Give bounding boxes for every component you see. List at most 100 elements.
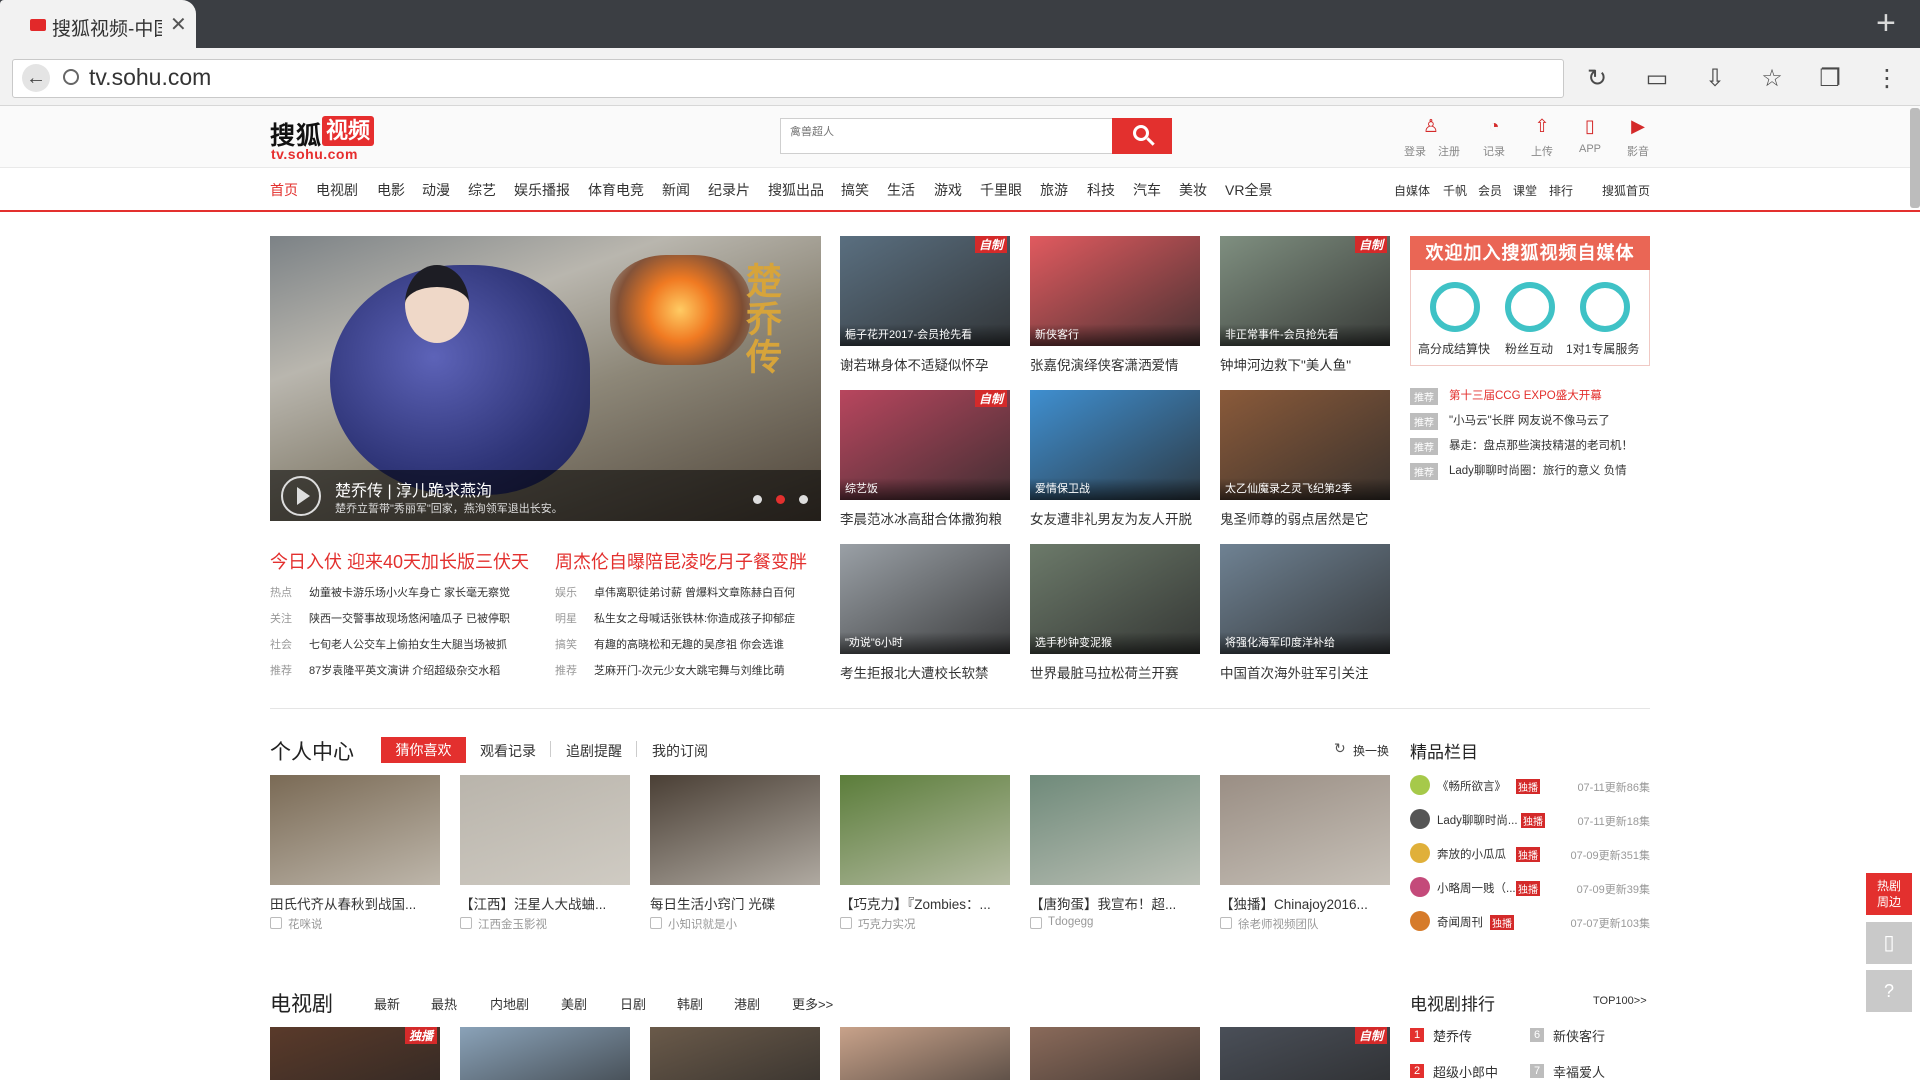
tv-tab[interactable]: 最新 bbox=[374, 994, 400, 1013]
bookmark-star-icon[interactable]: ☆ bbox=[1757, 64, 1787, 94]
nav-right-class[interactable]: 课堂 bbox=[1513, 182, 1537, 199]
nav-item-ent[interactable]: 娱乐播报 bbox=[514, 180, 570, 200]
video-thumbnail[interactable] bbox=[1220, 775, 1390, 885]
nav-item-tech[interactable]: 科技 bbox=[1087, 180, 1115, 200]
tv-tab[interactable]: 韩剧 bbox=[677, 994, 703, 1013]
tab-follow-reminder[interactable]: 追剧提醒 bbox=[566, 741, 622, 761]
video-title[interactable]: 世界最脏马拉松荷兰开赛 bbox=[1030, 662, 1179, 682]
video-thumbnail[interactable] bbox=[840, 775, 1010, 885]
column-name[interactable]: 《畅所欲言》 bbox=[1437, 778, 1506, 794]
nav-right-qianfan[interactable]: 千帆 bbox=[1443, 182, 1467, 199]
user-icon[interactable]: ♙ bbox=[1418, 116, 1444, 137]
carousel-dot-active[interactable] bbox=[776, 495, 785, 504]
refresh-link[interactable]: 换一换 bbox=[1353, 742, 1389, 759]
tab-my-subscriptions[interactable]: 我的订阅 bbox=[652, 741, 708, 761]
video-thumbnail[interactable] bbox=[1030, 775, 1200, 885]
uploader-name[interactable]: 小知识就是小 bbox=[668, 916, 737, 932]
video-title[interactable]: 张嘉倪演绎侠客潇洒爱情 bbox=[1030, 354, 1179, 374]
video-title[interactable]: 考生拒报北大遭校长软禁 bbox=[840, 662, 989, 682]
carousel-dot[interactable] bbox=[753, 495, 762, 504]
history-icon[interactable]: ◔ bbox=[1481, 116, 1507, 137]
nav-item-anime[interactable]: 动漫 bbox=[422, 180, 450, 200]
tv-thumbnail[interactable] bbox=[650, 1027, 820, 1080]
nav-item-travel[interactable]: 旅游 bbox=[1040, 180, 1068, 200]
headline-2[interactable]: 周杰伦自曝陪昆凌吃月子餐变胖 bbox=[555, 548, 807, 574]
upload-link[interactable]: 上传 bbox=[1527, 143, 1557, 159]
video-title[interactable]: 每日生活小窍门 光碟 bbox=[650, 893, 775, 913]
uploader-name[interactable]: Tdogegg bbox=[1048, 916, 1093, 928]
tv-tab[interactable]: 美剧 bbox=[561, 994, 587, 1013]
rank-item[interactable]: 超级小郎中 bbox=[1433, 1062, 1498, 1080]
uploader-name[interactable]: 江西金玉影视 bbox=[478, 916, 547, 932]
video-thumbnail[interactable] bbox=[460, 775, 630, 885]
video-title[interactable]: 李晨范冰冰高甜合体撒狗粮 bbox=[840, 508, 1002, 528]
nav-item-movie[interactable]: 电影 bbox=[377, 180, 405, 200]
back-arrow-icon[interactable]: ← bbox=[22, 64, 50, 92]
url-text[interactable]: tv.sohu.com bbox=[89, 64, 211, 91]
tv-thumbnail[interactable] bbox=[840, 1027, 1010, 1080]
register-link[interactable]: 注册 bbox=[1434, 143, 1464, 159]
tv-rank-more[interactable]: TOP100>> bbox=[1593, 995, 1647, 1007]
nav-item-home[interactable]: 首页 bbox=[270, 180, 298, 200]
news-link[interactable]: 幼童被卡游乐场小火车身亡 家长毫无察觉 bbox=[309, 584, 510, 600]
player-icon[interactable]: ▶ bbox=[1625, 116, 1651, 137]
uploader-name[interactable]: 花咪说 bbox=[288, 916, 323, 932]
nav-right-vip[interactable]: 会员 bbox=[1478, 182, 1502, 199]
tv-tab[interactable]: 更多>> bbox=[792, 994, 833, 1013]
new-tab-icon[interactable]: + bbox=[1876, 6, 1896, 40]
upload-icon[interactable]: ⇧ bbox=[1529, 116, 1555, 137]
news-link[interactable]: 陕西一交警事故现场悠闲嗑瓜子 已被停职 bbox=[309, 610, 510, 626]
rec-link[interactable]: 暴走：盘点那些演技精湛的老司机！ bbox=[1449, 437, 1633, 453]
player-link[interactable]: 影音 bbox=[1623, 143, 1653, 159]
hero-title[interactable]: 楚乔传 | 淳儿跪求燕洵 bbox=[335, 477, 492, 501]
nav-item-makeup[interactable]: 美妆 bbox=[1179, 180, 1207, 200]
uploader-name[interactable]: 巧克力实况 bbox=[858, 916, 916, 932]
nav-right-wemedia[interactable]: 自媒体 bbox=[1394, 182, 1430, 199]
rank-item[interactable]: 新侠客行 bbox=[1553, 1026, 1605, 1045]
nav-item-tv[interactable]: 电视剧 bbox=[316, 180, 358, 200]
nav-right-sohu-home[interactable]: 搜狐首页 bbox=[1602, 182, 1650, 199]
video-thumbnail[interactable] bbox=[650, 775, 820, 885]
nav-item-life[interactable]: 生活 bbox=[887, 180, 915, 200]
download-icon[interactable]: ⇩ bbox=[1700, 64, 1730, 94]
history-link[interactable]: 记录 bbox=[1479, 143, 1509, 159]
rec-link[interactable]: "小马云"长胖 网友说不像马云了 bbox=[1449, 412, 1610, 428]
video-title[interactable]: 田氏代齐从春秋到战国... bbox=[270, 893, 416, 913]
menu-dots-icon[interactable]: ⋮ bbox=[1872, 64, 1902, 94]
login-link[interactable]: 登录 bbox=[1400, 143, 1430, 159]
video-title[interactable]: 【江西】汪星人大战蛐... bbox=[460, 893, 606, 913]
promo-banner[interactable]: 欢迎加入搜狐视频自媒体 bbox=[1410, 236, 1650, 270]
nav-item-vr[interactable]: VR全景 bbox=[1225, 180, 1272, 200]
refresh-icon[interactable]: ↻ bbox=[1334, 740, 1346, 757]
tv-thumbnail[interactable] bbox=[1030, 1027, 1200, 1080]
news-link[interactable]: 87岁袁隆平英文演讲 介绍超级杂交水稻 bbox=[309, 662, 500, 678]
column-name[interactable]: 小略周一贱（... bbox=[1437, 880, 1516, 896]
rec-link[interactable]: 第十三届CCG EXPO盛大开幕 bbox=[1449, 387, 1602, 403]
uploader-name[interactable]: 徐老师视频团队 bbox=[1238, 916, 1319, 932]
search-input[interactable] bbox=[790, 126, 1090, 138]
news-link[interactable]: 芝麻开门-次元少女大跳宅舞与刘维比萌 bbox=[594, 662, 785, 678]
tab-close-icon[interactable]: ✕ bbox=[170, 12, 187, 37]
news-link[interactable]: 七旬老人公交车上偷拍女生大腿当场被抓 bbox=[309, 636, 507, 652]
nav-item-doc[interactable]: 纪录片 bbox=[708, 180, 750, 200]
video-title[interactable]: 【唐狗蛋】我宣布！超... bbox=[1030, 893, 1176, 913]
tablet-icon[interactable]: ▯ bbox=[1866, 922, 1912, 964]
rec-link[interactable]: Lady聊聊时尚圈：旅行的意义 负情 bbox=[1449, 462, 1627, 478]
column-avatar[interactable] bbox=[1410, 877, 1430, 897]
tv-tab[interactable]: 内地剧 bbox=[490, 994, 529, 1013]
tab-guess-you-like[interactable]: 猜你喜欢 bbox=[381, 737, 466, 763]
carousel-dot[interactable] bbox=[799, 495, 808, 504]
video-thumbnail[interactable] bbox=[270, 775, 440, 885]
column-avatar[interactable] bbox=[1410, 911, 1430, 931]
video-title[interactable]: 中国首次海外驻军引关注 bbox=[1220, 662, 1369, 682]
tv-tab[interactable]: 最热 bbox=[431, 994, 457, 1013]
tv-tab[interactable]: 港剧 bbox=[734, 994, 760, 1013]
nav-item-auto[interactable]: 汽车 bbox=[1133, 180, 1161, 200]
column-avatar[interactable] bbox=[1410, 809, 1430, 829]
nav-item-qianliyan[interactable]: 千里眼 bbox=[980, 180, 1022, 200]
news-link[interactable]: 私生女之母喊话张铁林:你造成孩子抑郁症 bbox=[594, 610, 795, 626]
video-title[interactable]: 钟坤河边救下"美人鱼" bbox=[1220, 354, 1351, 374]
nav-item-sports[interactable]: 体育电竞 bbox=[588, 180, 644, 200]
video-title[interactable]: 【独播】Chinajoy2016... bbox=[1220, 893, 1368, 913]
nav-right-rank[interactable]: 排行 bbox=[1549, 182, 1573, 199]
